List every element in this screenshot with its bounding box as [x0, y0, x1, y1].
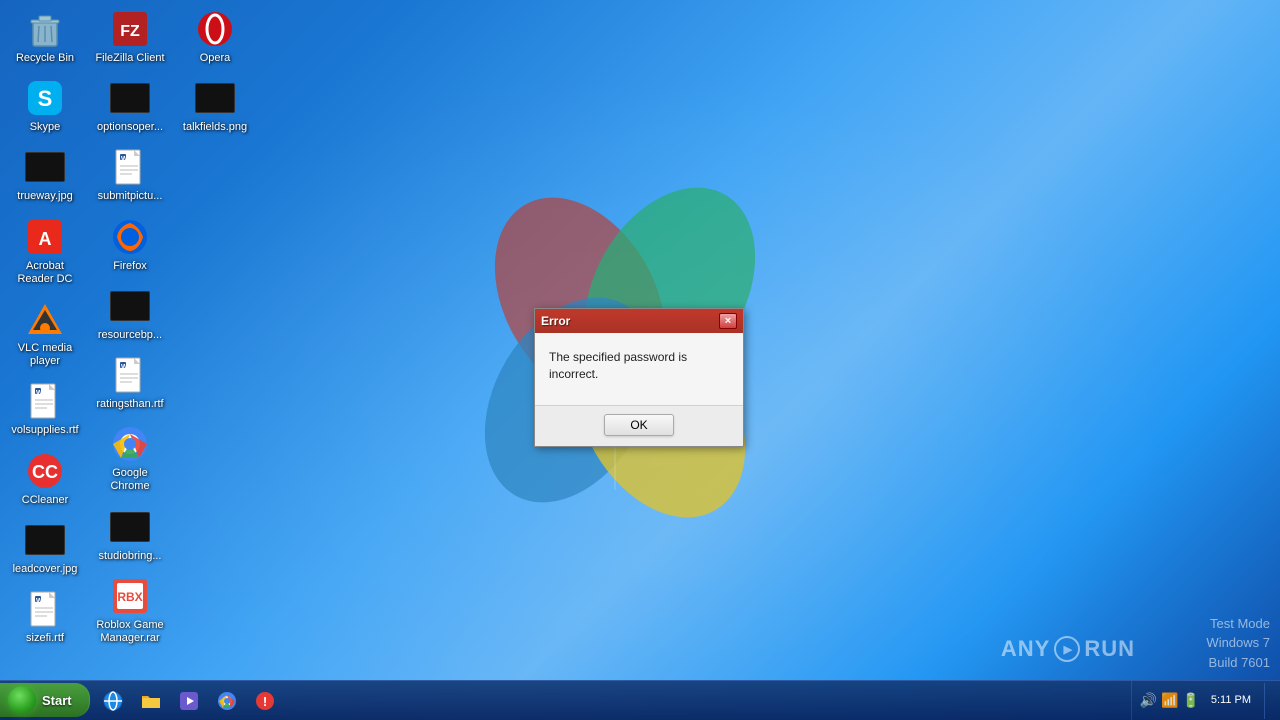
acrobat-reader-label: Acrobat Reader DC [9, 260, 81, 286]
dialog-body: The specified password is incorrect. [535, 333, 743, 405]
icon-leadcover-jpg[interactable]: leadcover.jpg [5, 516, 85, 580]
submitpictu-label: submitpictu... [98, 190, 163, 203]
icon-ccleaner[interactable]: CC CCleaner [5, 447, 85, 511]
opera-label: Opera [200, 52, 231, 65]
recycle-bin-label: Recycle Bin [16, 52, 74, 65]
firefox-icon [110, 217, 150, 257]
sizefi-icon: W [25, 589, 65, 629]
dialog-close-button[interactable]: × [719, 313, 737, 329]
icon-studiobring[interactable]: studiobring... [90, 503, 170, 567]
studiobring-label: studiobring... [99, 550, 162, 563]
filezilla-icon: FZ [110, 9, 150, 49]
icon-ratingsthan[interactable]: W ratingsthan.rtf [90, 351, 170, 415]
roblox-label: Roblox Game Manager.rar [94, 619, 166, 645]
svg-text:W: W [121, 364, 128, 371]
network-icon[interactable]: 📶 [1161, 692, 1178, 709]
desktop-icons-container: Recycle Bin S Skype trueway.jpg A [5, 5, 255, 649]
icon-talkfields-png[interactable]: talkfields.png [175, 74, 255, 138]
trueway-jpg-label: trueway.jpg [17, 190, 72, 203]
svg-text:CC: CC [32, 462, 58, 482]
icon-resourcebp[interactable]: resourcebp... [90, 282, 170, 346]
leadcover-label: leadcover.jpg [13, 563, 78, 576]
taskbar: Start [0, 680, 1280, 720]
ratingsthan-icon: W [110, 355, 150, 395]
studiobring-icon [110, 507, 150, 547]
taskbar-security-icon[interactable]: ! [247, 683, 283, 719]
taskbar-ie-icon[interactable] [95, 683, 131, 719]
recycle-bin-icon [25, 9, 65, 49]
ok-button[interactable]: OK [604, 414, 674, 436]
submitpictu-icon: W [110, 147, 150, 187]
ratingsthan-label: ratingsthan.rtf [96, 398, 163, 411]
svg-text:W: W [36, 390, 43, 397]
start-label: Start [42, 693, 72, 708]
skype-label: Skype [30, 121, 61, 134]
svg-text:A: A [39, 229, 52, 249]
leadcover-icon [25, 520, 65, 560]
svg-text:W: W [36, 598, 43, 605]
icon-google-chrome[interactable]: Google Chrome [90, 420, 170, 497]
chrome-icon [110, 424, 150, 464]
sizefi-label: sizefi.rtf [26, 632, 64, 645]
talkfields-icon [195, 78, 235, 118]
icon-roblox-game-manager[interactable]: RBX Roblox Game Manager.rar [90, 572, 170, 649]
icon-trueway-jpg[interactable]: trueway.jpg [5, 143, 85, 207]
svg-text:FZ: FZ [120, 23, 140, 40]
volsupplies-label: volsupplies.rtf [11, 424, 78, 437]
icon-acrobat-reader[interactable]: A Acrobat Reader DC [5, 213, 85, 290]
ccleaner-icon: CC [25, 451, 65, 491]
desktop: Recycle Bin S Skype trueway.jpg A [0, 0, 1280, 720]
icon-submitpictu[interactable]: W submitpictu... [90, 143, 170, 207]
dialog-message: The specified password is incorrect. [549, 349, 729, 383]
opera-icon [195, 9, 235, 49]
talkfields-label: talkfields.png [183, 121, 247, 134]
icon-filezilla[interactable]: FZ FileZilla Client [90, 5, 170, 69]
taskbar-items: ! [90, 681, 1131, 720]
taskbar-folder-icon[interactable] [133, 683, 169, 719]
volsupplies-icon: W [25, 381, 65, 421]
roblox-icon: RBX [110, 576, 150, 616]
filezilla-label: FileZilla Client [95, 52, 164, 65]
firefox-label: Firefox [113, 260, 147, 273]
ccleaner-label: CCleaner [22, 494, 68, 507]
optionsoper-label: optionsoper... [97, 121, 163, 134]
icon-sizefi-rtf[interactable]: W sizefi.rtf [5, 585, 85, 649]
optionsoper-icon [110, 78, 150, 118]
taskbar-chrome-icon[interactable] [209, 683, 245, 719]
icon-volsupplies-rtf[interactable]: W volsupplies.rtf [5, 377, 85, 441]
system-tray: 🔊 📶 🔋 [1140, 692, 1200, 709]
vlc-icon [25, 299, 65, 339]
resourcebp-icon [110, 286, 150, 326]
icon-opera[interactable]: Opera [175, 5, 255, 69]
icon-optionsoper[interactable]: optionsoper... [90, 74, 170, 138]
dialog-titlebar: Error × [535, 309, 743, 333]
skype-icon: S [25, 78, 65, 118]
dialog-footer: OK [535, 405, 743, 446]
error-dialog: Error × The specified password is incorr… [534, 308, 744, 447]
show-desktop-button[interactable] [1264, 683, 1272, 719]
icon-skype[interactable]: S Skype [5, 74, 85, 138]
system-clock[interactable]: 5:11 PM [1206, 693, 1256, 708]
icon-vlc-media-player[interactable]: VLC media player [5, 295, 85, 372]
resourcebp-label: resourcebp... [98, 329, 162, 342]
start-orb-icon [8, 686, 36, 714]
battery-icon[interactable]: 🔋 [1182, 692, 1199, 709]
dialog-title: Error [541, 314, 570, 328]
svg-text:RBX: RBX [117, 590, 142, 604]
vlc-label: VLC media player [9, 342, 81, 368]
icon-recycle-bin[interactable]: Recycle Bin [5, 5, 85, 69]
svg-text:S: S [38, 86, 53, 111]
svg-text:!: ! [263, 694, 267, 709]
trueway-jpg-icon [25, 147, 65, 187]
icon-firefox[interactable]: Firefox [90, 213, 170, 277]
volume-icon[interactable]: 🔊 [1140, 692, 1157, 709]
taskbar-right: 🔊 📶 🔋 5:11 PM [1131, 681, 1280, 720]
svg-text:W: W [121, 156, 128, 163]
taskbar-media-icon[interactable] [171, 683, 207, 719]
start-button[interactable]: Start [0, 683, 90, 717]
clock-time: 5:11 PM [1211, 693, 1251, 708]
acrobat-reader-icon: A [25, 217, 65, 257]
chrome-label: Google Chrome [94, 467, 166, 493]
